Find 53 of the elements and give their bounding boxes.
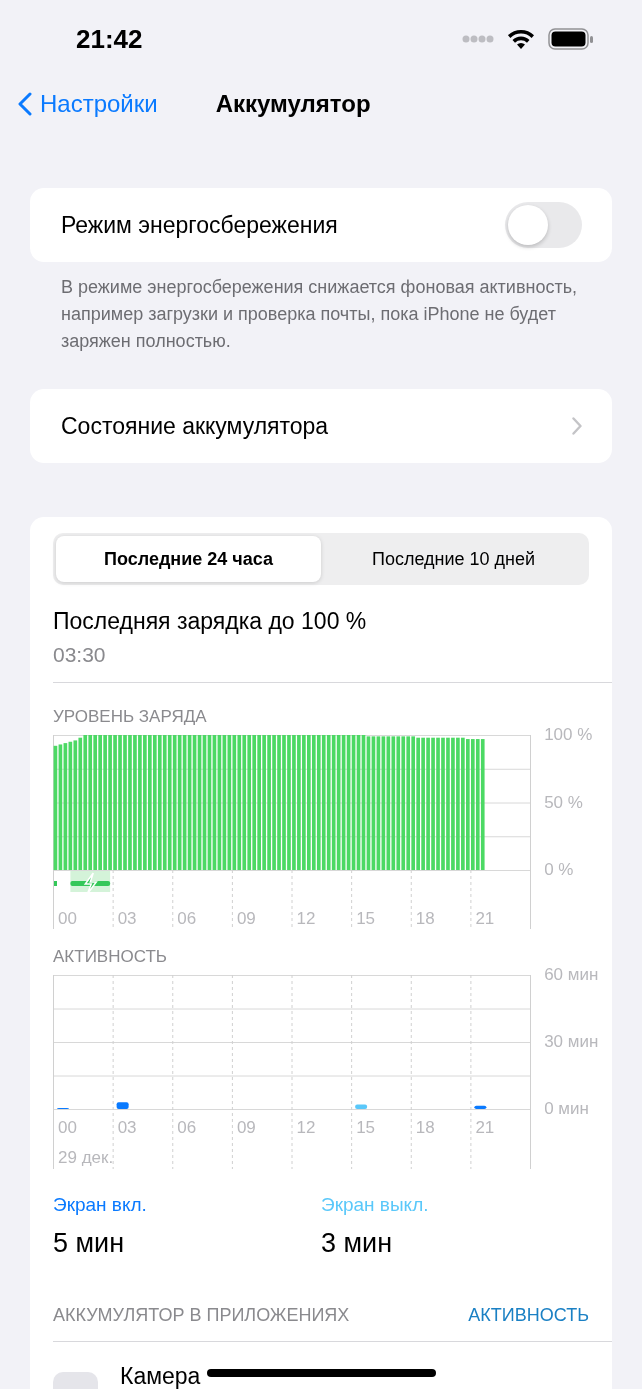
axis-label: 21 (475, 909, 495, 928)
activity-bar (116, 1102, 129, 1109)
axis-label: 12 (296, 909, 316, 928)
axis-label: 0 % (544, 860, 574, 880)
page-title: Аккумулятор (215, 89, 371, 119)
activity-bar (355, 1104, 368, 1109)
axis-label: 03 (117, 909, 137, 928)
chart-title: АКТИВНОСТЬ (53, 947, 168, 967)
axis-label: 18 (415, 909, 435, 928)
toggle-switch[interactable] (505, 202, 582, 248)
legend-value: 5 мин (53, 1227, 126, 1259)
status-time: 21:42 (76, 22, 143, 56)
axis-label: 100 % (544, 725, 593, 745)
segment-tab[interactable]: Последние 24 часа (56, 536, 321, 582)
charging-indicator (54, 881, 57, 886)
legend-label: Экран вкл. (53, 1193, 148, 1217)
activity-bar (474, 1105, 487, 1109)
last-charge-time: 03:30 (53, 643, 107, 667)
legend-value: 3 мин (321, 1227, 394, 1259)
axis-label: 50 % (544, 792, 583, 813)
axis-label: 00 (58, 909, 77, 928)
axis-label: 12 (296, 1118, 316, 1137)
axis-label: 0 мин (544, 1099, 589, 1119)
settings-row[interactable]: Состояние аккумулятора (30, 389, 612, 463)
wifi-icon (506, 28, 536, 50)
axis-label: 60 мин (544, 965, 599, 985)
section-header: АККУМУЛЯТОР В ПРИЛОЖЕНИЯХ (53, 1303, 350, 1327)
axis-label: 09 (236, 1118, 256, 1137)
charging-indicator (70, 871, 111, 895)
footer-text: В режиме энергосбережения снижается фоновая активность, например загрузки и проверка почты, пока iPhone не будет заряжен полностью. (61, 276, 579, 353)
app-name: Камера (120, 1364, 201, 1388)
chevron-icon (572, 417, 582, 435)
axis-label: 06 (177, 1118, 197, 1137)
axis-label: 30 мин (544, 1032, 599, 1052)
date-label: 29 дек. (58, 1148, 114, 1167)
legend-label: Экран выкл. (321, 1193, 430, 1217)
axis-label: 06 (177, 909, 197, 928)
axis-label: 18 (415, 1118, 435, 1137)
axis-label: 03 (117, 1118, 137, 1137)
segment-tab[interactable]: Последние 10 дней (321, 536, 586, 582)
signal-icon (462, 35, 494, 43)
axis-label: 09 (236, 909, 256, 928)
chart-title: УРОВЕНЬ ЗАРЯДА (53, 707, 208, 727)
axis-label: 15 (356, 1118, 376, 1137)
axis-label: 15 (356, 909, 376, 928)
back-chevron-icon (18, 92, 32, 116)
setting-label: Режим энергосбережения (61, 210, 338, 240)
last-charge-title: Последняя зарядка до 100 % (53, 607, 368, 635)
back-button[interactable]: Настройки (18, 86, 158, 122)
axis-label: 00 (58, 1118, 77, 1137)
battery-icon (548, 28, 594, 50)
axis-label: 21 (475, 1118, 495, 1137)
activity-link[interactable]: АКТИВНОСТЬ (468, 1301, 589, 1329)
